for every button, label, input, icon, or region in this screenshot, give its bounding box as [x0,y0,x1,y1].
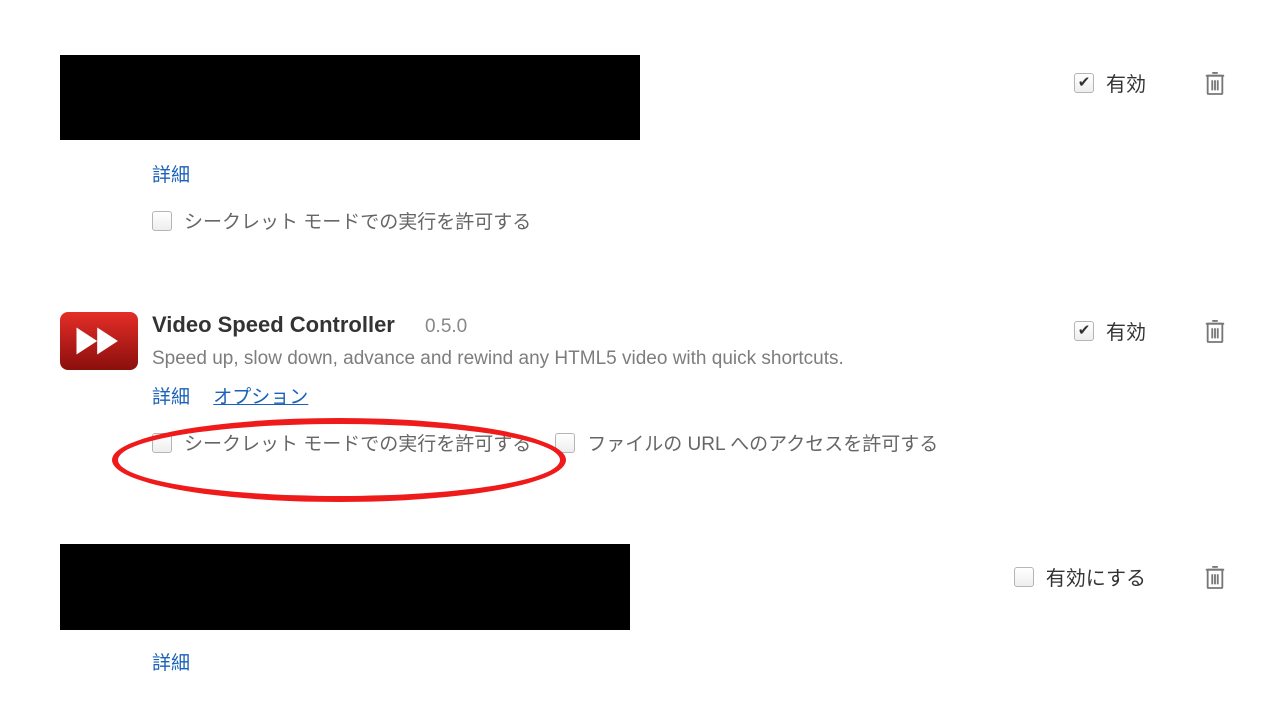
checkbox-icon [152,211,172,231]
allow-file-urls-toggle[interactable]: ファイルの URL へのアクセスを許可する [555,429,938,456]
enabled-toggle-1[interactable]: 有効 [1074,68,1146,97]
enable-toggle-3[interactable]: 有効にする [1014,562,1146,591]
allow-incognito-label: シークレット モードでの実行を許可する [184,207,531,234]
checkbox-icon [1074,321,1094,341]
enabled-label: 有効 [1106,68,1146,97]
allow-file-urls-label: ファイルの URL へのアクセスを許可する [587,429,938,456]
trash-icon [1204,564,1226,590]
allow-incognito-toggle-1[interactable]: シークレット モードでの実行を許可する [152,207,531,234]
details-link[interactable]: 詳細 [152,387,190,408]
enabled-toggle-2[interactable]: 有効 [1074,316,1146,345]
extension-version: 0.5.0 [425,316,467,337]
trash-icon [1204,70,1226,96]
delete-extension-button[interactable] [1204,318,1226,344]
enabled-label: 有効 [1106,316,1146,345]
redacted-extension-3 [60,544,630,630]
extension-name: Video Speed Controller [152,312,395,337]
details-link[interactable]: 詳細 [152,165,190,186]
delete-extension-button[interactable] [1204,564,1226,590]
checkbox-icon [1074,73,1094,93]
checkbox-icon [1014,567,1034,587]
details-link[interactable]: 詳細 [152,653,190,674]
redacted-extension-1 [60,55,640,140]
allow-incognito-label: シークレット モードでの実行を許可する [184,429,531,456]
enable-label: 有効にする [1046,562,1146,591]
delete-extension-button[interactable] [1204,70,1226,96]
extension-description: Speed up, slow down, advance and rewind … [152,348,1000,370]
checkbox-icon [152,433,172,453]
options-link[interactable]: オプション [213,387,308,408]
trash-icon [1204,318,1226,344]
checkbox-icon [555,433,575,453]
allow-incognito-toggle-2[interactable]: シークレット モードでの実行を許可する [152,429,531,456]
